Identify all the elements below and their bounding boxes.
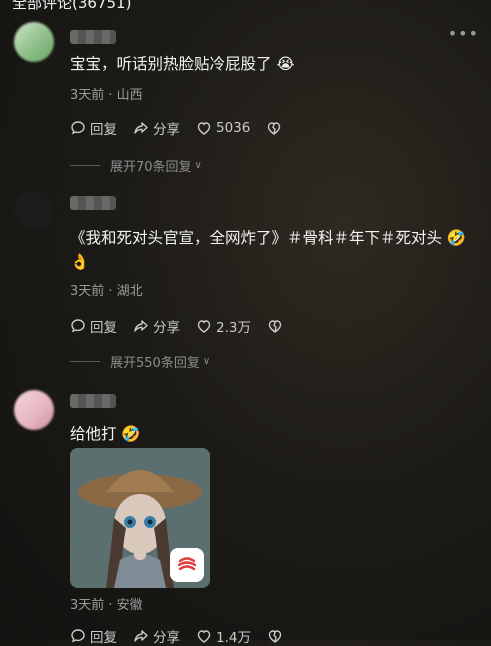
chevron-down-icon: ∨ [202, 356, 211, 367]
comment-image[interactable] [70, 448, 210, 588]
comment-meta: 3天前 · 山西 [70, 88, 143, 103]
avatar[interactable] [14, 22, 54, 62]
comment-text: 宝宝，听话别热脸贴冷屁股了 😭 [70, 55, 295, 73]
like-count: 1.4万 [216, 630, 251, 646]
comment-actions: 回复 分享 2.3万 [70, 316, 303, 336]
avatar[interactable] [14, 390, 54, 430]
like-count: 2.3万 [216, 320, 251, 336]
reply-button[interactable]: 回复 [70, 626, 117, 646]
comment-actions: 回复 分享 5036 [70, 118, 302, 138]
share-button[interactable]: 分享 [133, 316, 180, 336]
dislike-button[interactable] [267, 628, 287, 644]
divider-line [70, 361, 100, 362]
chevron-down-icon: ∨ [194, 160, 202, 171]
reply-button[interactable]: 回复 [70, 118, 117, 138]
reply-label: 回复 [90, 630, 117, 646]
comment-meta: 3天前 · 安徽 [70, 598, 143, 613]
reply-icon [71, 319, 85, 333]
share-icon [134, 630, 148, 642]
expand-replies-button[interactable]: 展开70条回复 ∨ [70, 156, 202, 175]
dislike-button[interactable] [267, 318, 287, 334]
reply-button[interactable]: 回复 [70, 316, 117, 336]
app-logo-icon [170, 548, 204, 582]
divider-line [70, 165, 100, 166]
expand-replies-label: 展开70条回复 [110, 160, 192, 175]
heart-icon [197, 630, 211, 643]
share-label: 分享 [153, 630, 180, 646]
username[interactable] [70, 30, 116, 44]
share-icon [134, 320, 148, 332]
like-button[interactable]: 5036 [196, 120, 250, 136]
comment-meta: 3天前 · 湖北 [70, 284, 143, 299]
broken-heart-icon [268, 122, 281, 135]
broken-heart-icon [268, 630, 282, 643]
reply-icon [71, 121, 85, 135]
like-count: 5036 [216, 120, 251, 136]
expand-replies-button[interactable]: 展开550条回复 ∨ [70, 352, 210, 371]
dislike-button[interactable] [266, 120, 286, 136]
share-button[interactable]: 分享 [133, 118, 180, 138]
avatar[interactable] [14, 190, 54, 230]
share-label: 分享 [153, 320, 180, 336]
username[interactable] [70, 196, 116, 210]
comment-actions: 回复 分享 1.4万 [70, 626, 303, 646]
like-button[interactable]: 1.4万 [196, 626, 251, 646]
like-button[interactable]: 2.3万 [196, 316, 251, 336]
broken-heart-icon [268, 320, 282, 333]
expand-replies-label: 展开550条回复 [110, 356, 200, 371]
username[interactable] [70, 394, 116, 408]
comment-text: 《我和死对头官宣，全网炸了》＃骨科＃年下＃死对头 🤣 👌 [70, 229, 467, 271]
reply-label: 回复 [90, 122, 117, 138]
comments-header-title: 全部评论(36751) [12, 0, 132, 12]
reply-icon [71, 629, 85, 643]
reply-label: 回复 [90, 320, 117, 336]
share-icon [134, 122, 148, 134]
share-label: 分享 [153, 122, 180, 138]
heart-icon [197, 122, 211, 135]
share-button[interactable]: 分享 [133, 626, 180, 646]
heart-icon [197, 320, 211, 333]
more-options-icon[interactable]: ••• [448, 24, 479, 43]
comment-text: 给他打 🤣 [70, 425, 141, 443]
